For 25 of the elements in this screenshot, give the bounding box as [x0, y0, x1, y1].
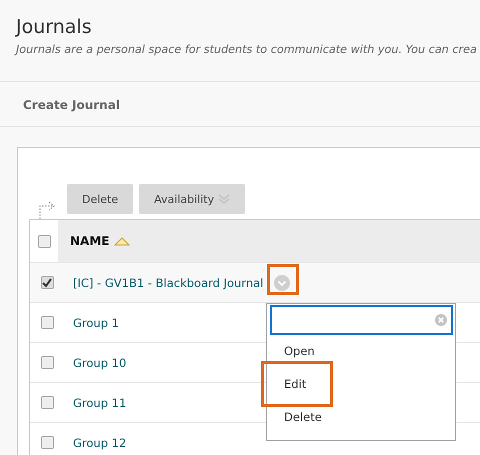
journal-link[interactable]: Group 11	[73, 396, 126, 410]
journal-link[interactable]: Group 1	[73, 316, 119, 330]
chevron-circle-icon[interactable]	[274, 274, 290, 290]
create-journal-link[interactable]: Create Journal	[23, 98, 120, 112]
menu-item[interactable]: Delete	[267, 401, 339, 434]
page-description: Journals are a personal space for students to communicate with you. You can crea	[16, 43, 477, 56]
journal-link[interactable]: Group 12	[73, 436, 126, 450]
availability-dropdown[interactable]: Availability	[139, 184, 246, 214]
menu-item[interactable]: Open	[267, 335, 332, 368]
menu-search-field[interactable]	[270, 305, 453, 335]
row-checkbox[interactable]	[40, 316, 54, 329]
menu-item[interactable]: Edit	[267, 368, 324, 401]
journal-link[interactable]: [IC] - GV1B1 - Blackboard Journal	[73, 276, 264, 290]
journal-link[interactable]: Group 10	[73, 356, 126, 370]
dotted-arrow-icon	[39, 200, 57, 222]
column-label: NAME	[70, 234, 110, 248]
row-checkbox[interactable]	[40, 436, 54, 449]
delete-button[interactable]: Delete	[67, 184, 134, 214]
page-title: Journals	[14, 15, 93, 38]
row-checkbox[interactable]	[40, 276, 54, 289]
row-checkbox[interactable]	[40, 396, 54, 409]
row-checkbox[interactable]	[40, 356, 54, 369]
select-all-checkbox[interactable]	[38, 234, 50, 248]
clear-icon[interactable]	[435, 314, 447, 326]
column-header[interactable]: NAME	[58, 220, 130, 262]
